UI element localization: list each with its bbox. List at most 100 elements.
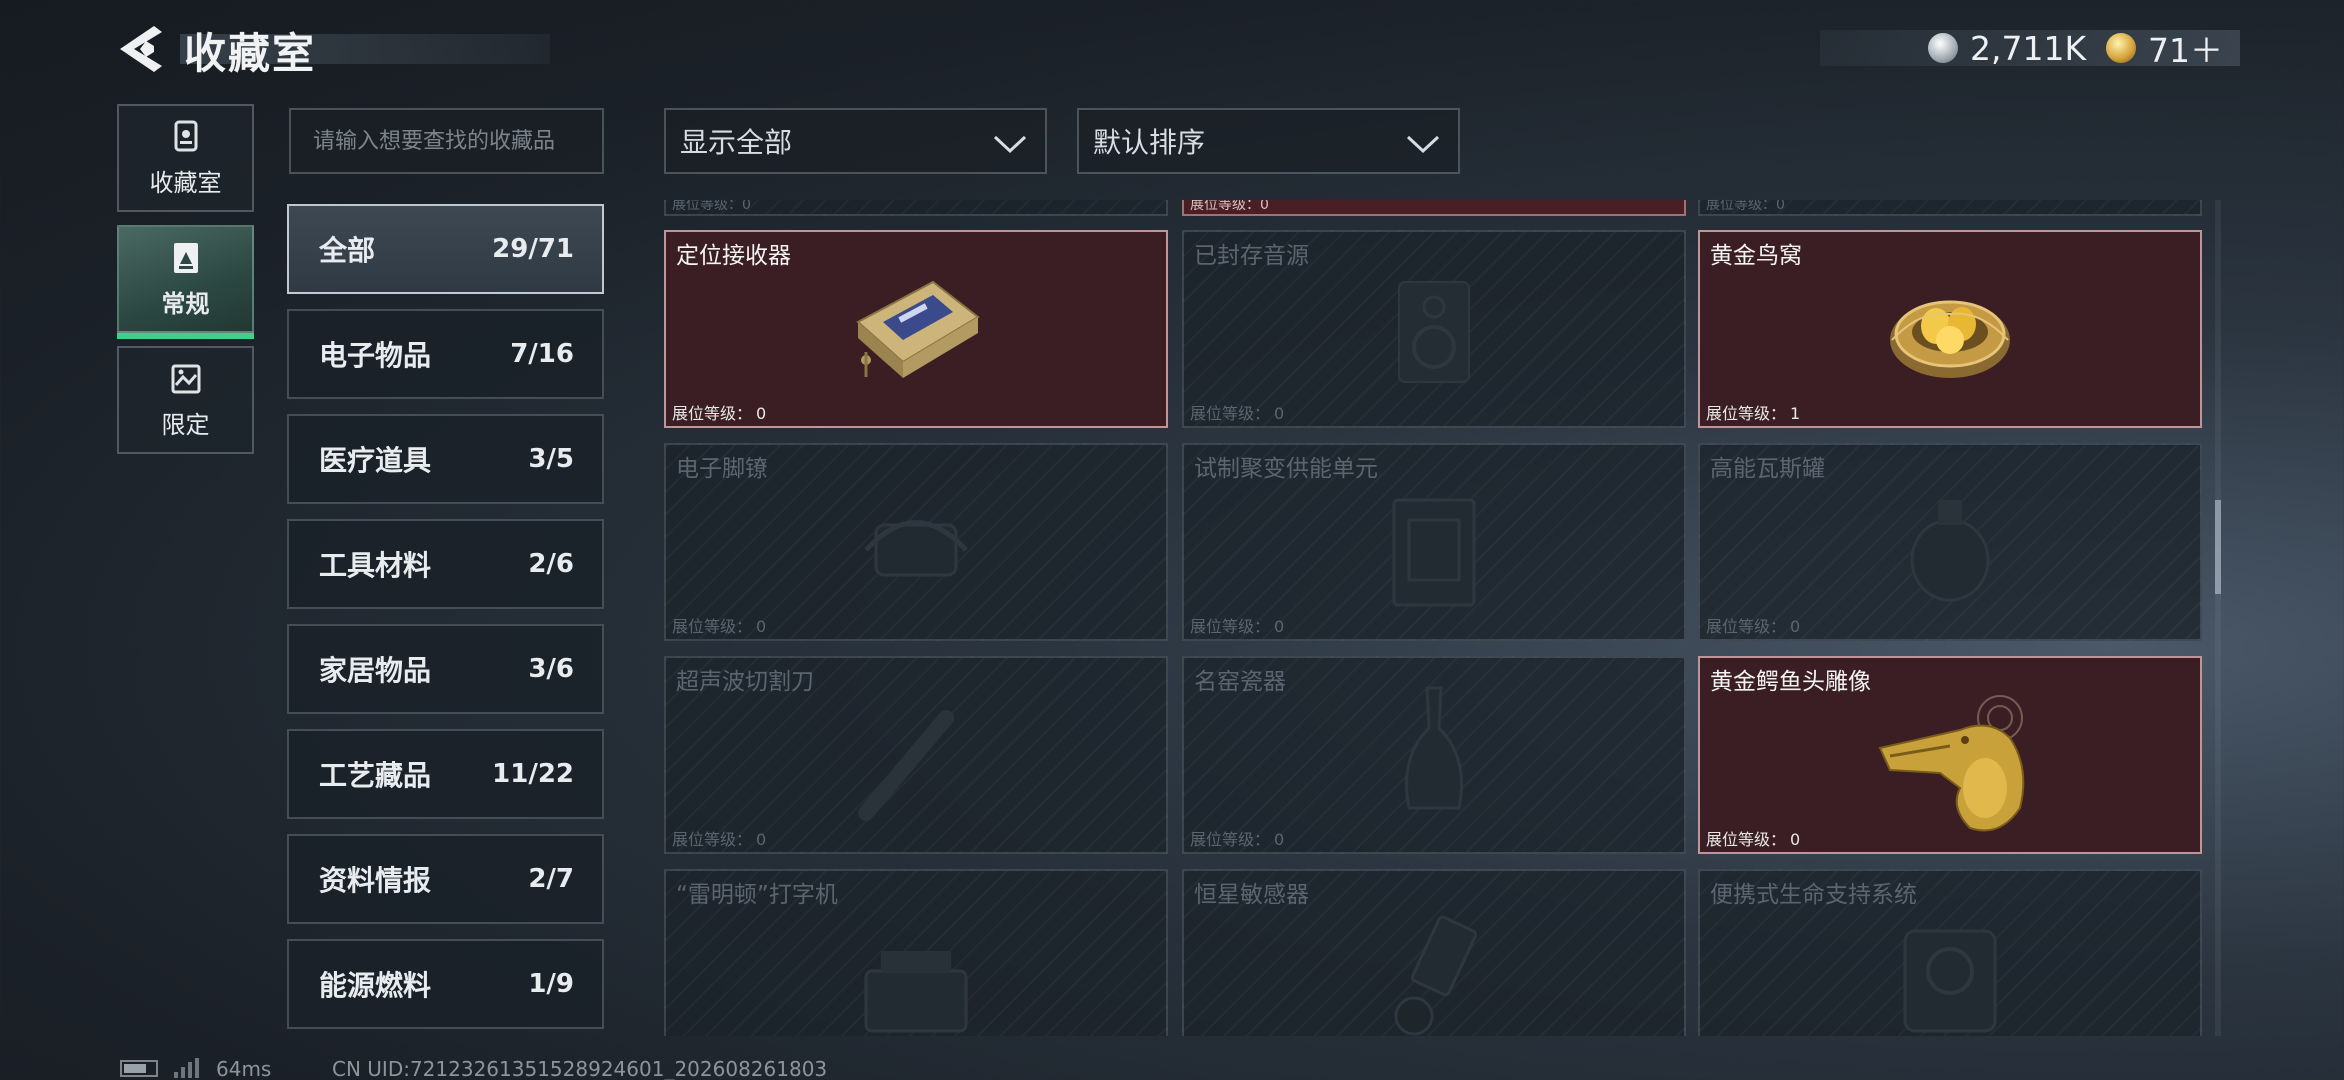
category-name: 工具材料 <box>319 549 432 582</box>
collection-card[interactable]: 黄金鸟窝 展位等级： 1 <box>1698 230 2202 428</box>
category-all[interactable]: 全部 29/71 <box>287 204 604 294</box>
card-level: 展位等级：0 <box>672 830 767 849</box>
life-support-system-icon <box>1903 929 1997 1033</box>
card-level: 展位等级：0 <box>672 617 767 636</box>
card-name: 已封存音源 <box>1194 243 1309 269</box>
card-name: 超声波切割刀 <box>676 669 814 695</box>
collection-card[interactable]: 高能瓦斯罐 展位等级： 0 <box>1698 443 2202 641</box>
collection-grid: 展位等级：0 展位等级：0 展位等级：0 定位接收器 展位等级： 0 已封存音源 … <box>662 200 2202 1036</box>
card-name: 便携式生命支持系统 <box>1710 882 1917 908</box>
card-level: 展位等级：0 <box>672 404 767 423</box>
currency-gold[interactable]: 71＋ <box>2106 30 2223 70</box>
card-name: “雷明顿”打字机 <box>676 882 838 908</box>
category-count: 2/6 <box>528 549 574 579</box>
ankle-monitor-icon <box>864 520 968 577</box>
page-title: 收藏室 <box>184 29 317 78</box>
card-level: 展位等级：0 <box>1706 200 1785 213</box>
chevron-down-icon <box>1406 135 1440 154</box>
card-name: 高能瓦斯罐 <box>1710 456 1825 482</box>
sort-label: 默认排序 <box>1093 126 1206 159</box>
signal-strength-icon <box>174 1058 199 1078</box>
collection-card[interactable]: 恒星敏感器 展位等级：0 <box>1182 869 1686 1036</box>
card-name: 试制聚变供能单元 <box>1194 456 1378 482</box>
porcelain-vase-icon <box>1405 686 1463 810</box>
card-level: 展位等级：0 <box>1190 830 1285 849</box>
landscape-icon <box>171 364 200 393</box>
chevron-down-icon <box>993 135 1027 154</box>
collection-card-partial[interactable]: 展位等级：0 <box>664 200 1168 216</box>
collection-card[interactable]: 便携式生命支持系统 展位等级：0 <box>1698 869 2202 1036</box>
category-name: 工艺藏品 <box>319 759 432 792</box>
filter-display-label: 显示全部 <box>680 126 793 159</box>
currency-silver[interactable]: 2,711K <box>1928 28 2087 68</box>
category-name: 医疗道具 <box>319 444 432 477</box>
category-energy[interactable]: 能源燃料 1/9 <box>287 939 604 1029</box>
collection-card-partial[interactable]: 展位等级：0 <box>1182 200 1686 216</box>
collection-card[interactable]: 已封存音源 展位等级： 0 <box>1182 230 1686 428</box>
card-name: 恒星敏感器 <box>1194 882 1309 908</box>
category-count: 2/7 <box>528 864 574 894</box>
card-level: 展位等级： 1 <box>1706 404 1801 423</box>
collection-card[interactable]: 试制聚变供能单元 展位等级： 0 <box>1182 443 1686 641</box>
user-uid: CN UID:72123261351528924601_202608261803 <box>332 1057 828 1080</box>
golden-nest-icon <box>1890 300 2010 378</box>
ping-value: 64ms <box>216 1057 272 1080</box>
category-count: 3/6 <box>528 654 574 684</box>
card-name: 黄金鸟窝 <box>1710 243 1802 269</box>
gold-coin-value: 71＋ <box>2148 31 2223 70</box>
rail-tab-regular[interactable]: 常规 <box>117 225 254 339</box>
category-household[interactable]: 家居物品 3/6 <box>287 624 604 714</box>
sort-dropdown[interactable]: 默认排序 <box>1077 108 1460 174</box>
back-arrow-icon[interactable] <box>116 24 162 74</box>
category-count: 1/9 <box>528 969 574 999</box>
battery-icon <box>120 1060 158 1077</box>
header: 收藏室 2,711K 71＋ <box>0 0 2344 100</box>
category-name: 能源燃料 <box>319 969 432 1002</box>
category-name: 家居物品 <box>319 654 432 687</box>
gas-canister-icon <box>1910 500 1990 602</box>
search-input[interactable] <box>289 108 604 174</box>
gold-coin-icon <box>2106 33 2136 63</box>
star-sensor-icon <box>1394 915 1478 1036</box>
category-count: 11/22 <box>492 759 574 789</box>
category-count: 7/16 <box>510 339 574 369</box>
status-footer: 64ms CN UID:72123261351528924601_2026082… <box>0 1054 2344 1080</box>
collection-card[interactable]: “雷明顿”打字机 展位等级：0 <box>664 869 1168 1036</box>
collection-card[interactable]: 电子脚镣 展位等级： 0 <box>664 443 1168 641</box>
collection-card-partial[interactable]: 展位等级：0 <box>1698 200 2202 216</box>
silver-coin-value: 2,711K <box>1970 28 2087 68</box>
collection-card[interactable]: 超声波切割刀 展位等级： 0 <box>664 656 1168 854</box>
rail-tab-collection-room[interactable]: 收藏室 <box>117 104 254 212</box>
golden-crocodile-statue-icon <box>1878 695 2025 832</box>
rail-tab-limited[interactable]: 限定 <box>117 346 254 454</box>
filter-display-dropdown[interactable]: 显示全部 <box>664 108 1047 174</box>
collection-card[interactable]: 定位接收器 展位等级： 0 <box>664 230 1168 428</box>
trophy-case-icon <box>174 120 197 151</box>
document-icon <box>173 242 198 273</box>
collection-card[interactable]: 黄金鳄鱼头雕像 展位等级： 0 <box>1698 656 2202 854</box>
speaker-icon <box>1398 281 1470 383</box>
collection-card[interactable]: 名窑瓷器 展位等级： 0 <box>1182 656 1686 854</box>
card-level: 展位等级：0 <box>1190 200 1269 213</box>
silver-coin-icon <box>1928 33 1958 63</box>
grid-scrollbar-thumb[interactable] <box>2215 500 2221 594</box>
category-count: 29/71 <box>492 234 574 264</box>
card-level: 展位等级：0 <box>1706 830 1801 849</box>
card-level: 展位等级：0 <box>1190 404 1285 423</box>
category-name: 全部 <box>319 234 376 267</box>
category-crafts[interactable]: 工艺藏品 11/22 <box>287 729 604 819</box>
card-level: 展位等级：0 <box>1706 617 1801 636</box>
card-level: 展位等级：0 <box>1190 617 1285 636</box>
category-tools[interactable]: 工具材料 2/6 <box>287 519 604 609</box>
rail-label: 常规 <box>161 289 210 318</box>
locator-receiver-icon <box>856 280 980 378</box>
category-name: 资料情报 <box>319 864 432 897</box>
card-name: 电子脚镣 <box>676 456 768 482</box>
category-intel[interactable]: 资料情报 2/7 <box>287 834 604 924</box>
category-electronics[interactable]: 电子物品 7/16 <box>287 309 604 399</box>
rail-label: 收藏室 <box>149 168 222 197</box>
ultrasonic-cutter-icon <box>858 710 954 821</box>
card-level: 展位等级：0 <box>672 200 751 213</box>
category-medical[interactable]: 医疗道具 3/5 <box>287 414 604 504</box>
grid-scrollbar-track[interactable] <box>2215 200 2221 1036</box>
